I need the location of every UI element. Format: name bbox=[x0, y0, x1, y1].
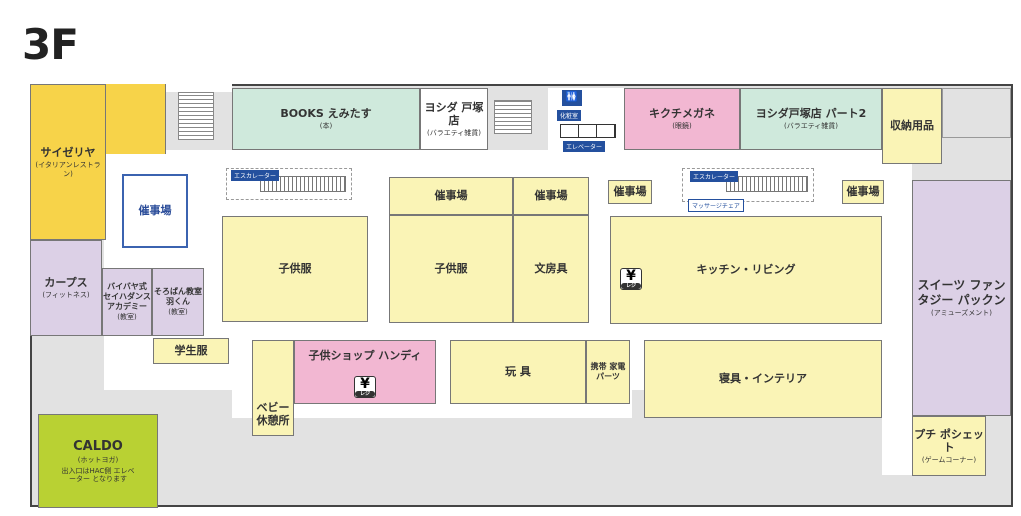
escalator-right-tag: エスカレーター bbox=[690, 171, 739, 182]
store-kikuchi-megane[interactable]: キクチメガネ (眼鏡) bbox=[624, 88, 740, 150]
store-category: (フィットネス) bbox=[42, 291, 90, 300]
elevator-icon bbox=[560, 124, 616, 138]
store-category: (教室) bbox=[168, 308, 188, 317]
store-name: カープス bbox=[44, 276, 88, 290]
stairs-left bbox=[178, 92, 214, 140]
store-books-emitasu[interactable]: BOOKS えみたす (本) bbox=[232, 88, 420, 150]
store-name: キッチン・リビング bbox=[696, 263, 796, 277]
store-name: 子供服 bbox=[278, 262, 312, 276]
store-category: (アミューズメント) bbox=[931, 309, 992, 318]
store-yoshida-1[interactable]: ヨシダ 戸塚店 (バラエティ雑貨) bbox=[420, 88, 488, 150]
event-space-a[interactable]: 催事場 bbox=[389, 177, 513, 215]
store-shuno-yohin[interactable]: 収納用品 bbox=[882, 88, 942, 164]
store-category: (眼鏡) bbox=[672, 122, 692, 131]
store-name: 子供服 bbox=[434, 262, 468, 276]
walkway-right bbox=[882, 150, 912, 475]
store-name: ヨシダ 戸塚店 bbox=[424, 100, 484, 127]
event-space-d[interactable]: 催事場 bbox=[842, 180, 884, 204]
store-saizeriya[interactable]: サイゼリヤ (イタリアンレストラン) bbox=[30, 84, 106, 240]
restroom-tag: 化粧室 bbox=[557, 110, 582, 121]
floor-map: サイゼリヤ (イタリアンレストラン) カープス (フィットネス) バイバヤ式 セ… bbox=[0, 0, 1021, 516]
event-space-b[interactable]: 催事場 bbox=[513, 177, 589, 215]
store-name: 子供ショップ ハンディ bbox=[308, 349, 422, 362]
store-sweets-fantasy-pakkun[interactable]: スイーツ ファンタジー パックン (アミューズメント) bbox=[912, 180, 1011, 416]
store-name: バイバヤ式 セイハダンス アカデミー bbox=[103, 282, 151, 311]
yen-symbol: ¥ bbox=[626, 268, 636, 284]
store-bunbogu[interactable]: 文房具 bbox=[513, 215, 589, 323]
store-kodomofuku-1[interactable]: 子供服 bbox=[222, 216, 368, 322]
event-space-c[interactable]: 催事場 bbox=[608, 180, 652, 204]
store-name: 催事場 bbox=[138, 204, 172, 218]
register-label: レジ bbox=[355, 391, 375, 397]
store-name: プチ ポシェット bbox=[914, 427, 984, 454]
store-name: ベビー 休憩所 bbox=[256, 400, 290, 427]
store-name: BOOKS えみたす bbox=[280, 107, 372, 121]
store-category: (ホットヨガ) bbox=[77, 456, 119, 465]
restroom-icon: 🚻 bbox=[562, 90, 582, 106]
store-name: 文房具 bbox=[534, 262, 568, 276]
store-category: (本) bbox=[319, 122, 333, 131]
store-category: (教室) bbox=[117, 313, 137, 322]
yen-symbol: ¥ bbox=[360, 376, 370, 392]
escalator-right-steps bbox=[726, 176, 808, 192]
register-label: レジ bbox=[621, 283, 641, 289]
event-space-left[interactable]: 催事場 bbox=[122, 174, 188, 248]
store-name: 催事場 bbox=[534, 189, 568, 203]
store-name: 催事場 bbox=[434, 189, 468, 203]
baby-rest-area[interactable]: ベビー 休憩所 bbox=[252, 340, 294, 436]
store-shingu-interior[interactable]: 寝具・インテリア bbox=[644, 340, 882, 418]
store-note: 出入口はHAC側 エレベーター となります bbox=[61, 466, 135, 483]
store-name: 玩 具 bbox=[505, 365, 531, 379]
store-category: (バラエティ雑貨) bbox=[426, 128, 482, 137]
store-puchi-pochette[interactable]: プチ ポシェット (ゲームコーナー) bbox=[912, 416, 986, 476]
store-name: サイゼリヤ bbox=[40, 146, 96, 160]
storage-corner bbox=[942, 88, 1011, 138]
store-name: 学生服 bbox=[174, 344, 208, 358]
store-name: スイーツ ファンタジー パックン bbox=[917, 278, 1006, 307]
store-name: 携帯 家電 パーツ bbox=[590, 362, 626, 381]
register-yen-icon-handy: ¥ レジ bbox=[354, 376, 376, 398]
escalator-left-tag: エスカレーター bbox=[231, 170, 280, 181]
store-name: 収納用品 bbox=[890, 119, 934, 133]
store-name: 催事場 bbox=[613, 185, 647, 199]
stairs-center bbox=[494, 100, 532, 134]
massage-chair-tag: マッサージチェア bbox=[688, 199, 744, 212]
store-toys[interactable]: 玩 具 bbox=[450, 340, 586, 404]
top-left-notch bbox=[160, 84, 232, 92]
register-yen-icon-kitchen: ¥ レジ bbox=[620, 268, 642, 290]
store-curves[interactable]: カープス (フィットネス) bbox=[30, 240, 102, 336]
store-keitai-kaden-parts[interactable]: 携帯 家電 パーツ bbox=[586, 340, 630, 404]
store-dance-academy[interactable]: バイバヤ式 セイハダンス アカデミー (教室) bbox=[102, 268, 152, 336]
store-gakuseifuku[interactable]: 学生服 bbox=[153, 338, 229, 364]
store-kodomofuku-2[interactable]: 子供服 bbox=[389, 215, 513, 323]
store-category: (バラエティ雑貨) bbox=[783, 122, 839, 131]
store-name: そろばん教室 羽くん bbox=[154, 287, 202, 306]
store-caldo[interactable]: CALDO (ホットヨガ) 出入口はHAC側 エレベーター となります bbox=[38, 414, 158, 508]
store-name: ヨシダ戸塚店 パート2 bbox=[755, 107, 867, 121]
store-name: CALDO bbox=[73, 438, 123, 454]
saizeriya-extension bbox=[106, 84, 166, 154]
store-name: キクチメガネ bbox=[649, 107, 715, 121]
store-soroban[interactable]: そろばん教室 羽くん (教室) bbox=[152, 268, 204, 336]
store-kitchen-living[interactable]: キッチン・リビング bbox=[610, 216, 882, 324]
store-category: (イタリアンレストラン) bbox=[35, 161, 101, 178]
elevator-tag: エレベーター bbox=[563, 141, 606, 152]
store-name: 寝具・インテリア bbox=[719, 372, 807, 386]
store-category: (ゲームコーナー) bbox=[921, 455, 977, 464]
store-yoshida-2[interactable]: ヨシダ戸塚店 パート2 (バラエティ雑貨) bbox=[740, 88, 882, 150]
store-name: 催事場 bbox=[846, 185, 880, 199]
